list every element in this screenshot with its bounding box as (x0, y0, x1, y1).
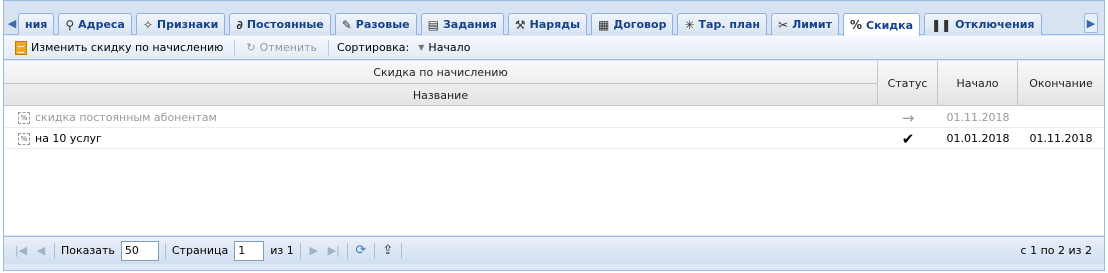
pager-separator (400, 242, 402, 259)
tab-tariff-plan[interactable]: ✳ Тар. план (677, 13, 768, 35)
tag-icon: ✧ (142, 17, 153, 32)
page-number-input[interactable] (234, 240, 265, 261)
page-count-label: из 1 (270, 244, 294, 257)
percent-icon: % (18, 132, 30, 145)
toolbar-separator (234, 39, 236, 56)
page-size-label: Показать (61, 244, 115, 257)
table-row[interactable]: % скидка постоянным абонентам → 01.11.20… (4, 107, 1104, 128)
location-pin-icon: ⚲ (65, 17, 75, 32)
pager-separator (299, 242, 301, 259)
column-header-end[interactable]: Окончание (1018, 61, 1104, 106)
tab-label: Скидка (866, 18, 914, 32)
tab-label: Тар. план (698, 18, 761, 31)
tab-limit[interactable]: ✂ Лимит (771, 13, 839, 35)
toolbar: Изменить скидку по начислению ↻ Отменить… (4, 36, 1104, 60)
tab-label: Договор (613, 18, 667, 31)
grid-header: Скидка по начислению Название Статус Нач… (4, 61, 1104, 106)
tab-scroll-right-icon[interactable]: ▶ (1084, 13, 1098, 33)
last-page-icon[interactable]: ▶| (327, 244, 341, 257)
cancel-label: Отменить (259, 41, 318, 54)
export-icon[interactable]: ⇪ (381, 243, 395, 258)
undo-icon: ↻ (246, 41, 256, 54)
tab-label: ния (25, 18, 48, 31)
row-name: скидка постоянным абонентам (35, 111, 217, 124)
sort-value: Начало (428, 41, 471, 54)
tab-addresses[interactable]: ⚲ Адреса (58, 13, 132, 35)
clipboard-icon: ▤ (427, 17, 439, 32)
pager-separator (373, 242, 375, 259)
percent-icon: % (850, 18, 863, 32)
row-name: на 10 услуг (35, 132, 102, 145)
column-header-status[interactable]: Статус (878, 61, 938, 106)
page-label: Страница (171, 244, 229, 257)
end-date: 01.11.2018 (1029, 132, 1093, 145)
edit-discount-label: Изменить скидку по начислению (31, 41, 224, 54)
document-edit-icon: ▦ (598, 17, 610, 32)
scissors-icon: ✂ (778, 17, 789, 32)
column-header-name[interactable]: Название (4, 84, 878, 106)
tab-label: Постоянные (246, 18, 324, 31)
tab-label: Отключения (955, 18, 1035, 31)
sort-label: Сортировка: (337, 41, 410, 54)
tab-label: Лимит (792, 18, 832, 31)
pager-separator (54, 242, 55, 259)
tab-label: Признаки (156, 18, 219, 31)
tab-label: Наряды (529, 18, 581, 31)
end-date (1018, 107, 1104, 128)
name-cell: % на 10 услуг (18, 128, 878, 149)
document-edit-icon (15, 40, 27, 55)
sort-dropdown[interactable]: ▼ Начало (415, 39, 473, 56)
toolbar-separator (328, 39, 330, 56)
tab-recurring[interactable]: ∂ Постоянные (229, 13, 331, 35)
link-icon: ∂ (236, 17, 243, 32)
chevron-down-icon: ▼ (418, 43, 425, 52)
start-date: 01.01.2018 (946, 132, 1010, 145)
paging-toolbar: |◀ ◀ Показать Страница из 1 ▶ ▶| ⟳ ⇪ с 1… (4, 236, 1104, 264)
tab-bar: ◀ ния ⚲ Адреса ✧ Признаки ∂ Постоянные ✎… (4, 1, 1104, 36)
percent-icon: % (18, 111, 30, 124)
paging-info: с 1 по 2 из 2 (1020, 244, 1092, 257)
pager-separator (164, 242, 166, 259)
table-row[interactable]: % на 10 услуг ✔ 01.01.2018 01.11.2018 (4, 128, 1104, 149)
tab-tasks[interactable]: ▤ Задания (420, 13, 504, 35)
tab-discount[interactable]: % Скидка (843, 13, 921, 36)
tab-label: Задания (442, 18, 497, 31)
discount-grid: Скидка по начислению Название Статус Нач… (4, 61, 1104, 235)
sparkle-icon: ✳ (684, 17, 695, 32)
tab-label: Разовые (355, 18, 410, 31)
tab-contract[interactable]: ▦ Договор (591, 13, 674, 35)
tab-one-time[interactable]: ✎ Разовые (334, 13, 417, 35)
tab-otklyucheniya-prev[interactable]: ния (18, 13, 55, 35)
column-header-start[interactable]: Начало (938, 61, 1018, 106)
pager-separator (346, 242, 348, 259)
start-date: 01.11.2018 (946, 111, 1010, 124)
status-arrow-icon: → (901, 108, 915, 127)
tab-disconnections[interactable]: ❚❚ Отключения (924, 13, 1042, 35)
tab-work-orders[interactable]: ⚒ Наряды (507, 13, 588, 35)
edit-discount-button[interactable]: Изменить скидку по начислению (12, 39, 226, 57)
first-page-icon[interactable]: |◀ (14, 244, 28, 257)
name-cell: % скидка постоянным абонентам (18, 107, 878, 128)
prev-page-icon[interactable]: ◀ (34, 244, 48, 257)
cancel-button[interactable]: ↻ Отменить (243, 39, 320, 56)
tab-attributes[interactable]: ✧ Признаки (135, 13, 226, 35)
tab-strip: ния ⚲ Адреса ✧ Признаки ∂ Постоянные ✎ Р… (18, 13, 1042, 36)
refresh-icon[interactable]: ⟳ (354, 243, 368, 258)
next-page-icon[interactable]: ▶ (307, 244, 321, 257)
tools-icon: ⚒ (514, 17, 526, 32)
wrench-icon: ✎ (341, 17, 352, 32)
status-check-icon: ✔ (901, 129, 915, 148)
tab-scroll-left-icon[interactable]: ◀ (6, 13, 18, 33)
tab-label: Адреса (78, 18, 125, 31)
page-size-input[interactable] (120, 240, 159, 261)
column-group-header: Скидка по начислению (4, 61, 878, 84)
main-panel: ◀ ния ⚲ Адреса ✧ Признаки ∂ Постоянные ✎… (3, 0, 1105, 271)
pause-icon: ❚❚ (931, 17, 952, 32)
